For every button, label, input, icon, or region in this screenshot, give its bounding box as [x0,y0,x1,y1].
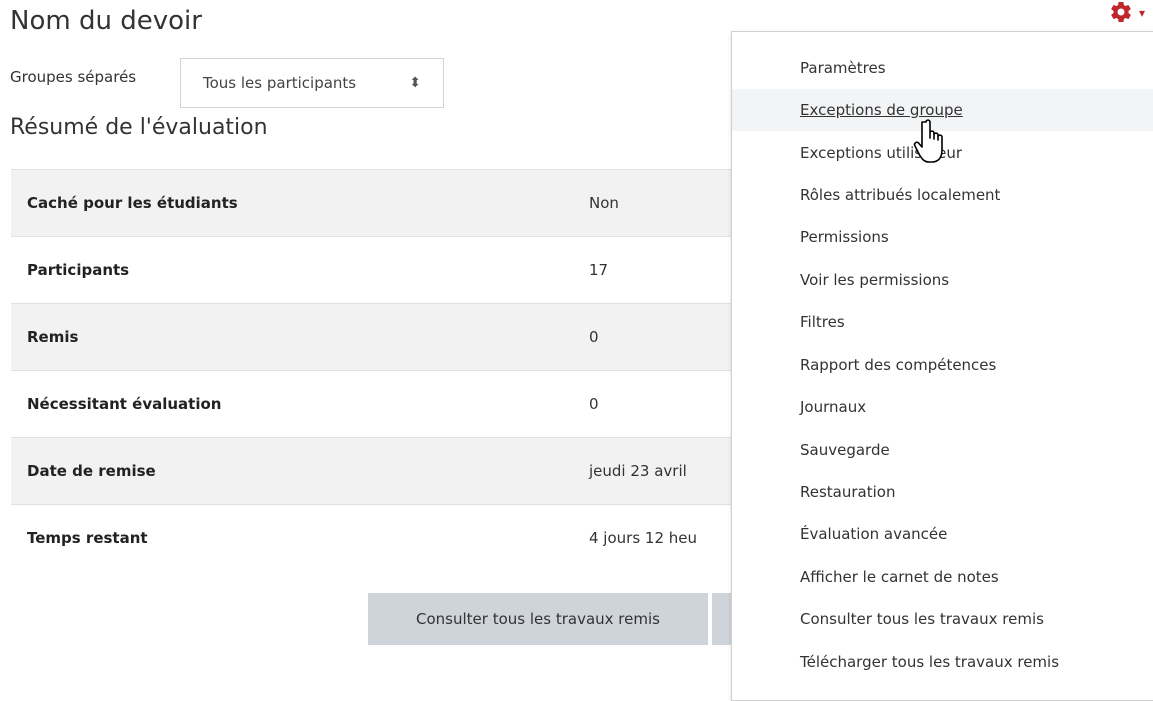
groups-label: Groupes séparés [10,68,137,86]
table-row: Remis 0 [11,303,771,370]
table-row: Caché pour les étudiants Non [11,169,771,236]
groups-select-value: Tous les participants [203,74,357,92]
section-title: Résumé de l'évaluation [10,115,268,140]
row-label: Temps restant [27,529,148,547]
menu-item-carnet-de-notes[interactable]: Afficher le carnet de notes [732,556,1153,598]
menu-item-filtres[interactable]: Filtres [732,301,1153,343]
groups-selector-row: Groupes séparés [10,68,148,86]
page-title: Nom du devoir [10,6,202,36]
chevron-down-icon[interactable]: ▾ [1139,6,1145,20]
table-row: Date de remise jeudi 23 avril [11,437,771,504]
summary-table: Caché pour les étudiants Non Participant… [11,169,771,571]
groups-select[interactable]: Tous les participants ⬍ [180,58,444,108]
row-label: Remis [27,328,79,346]
menu-item-voir-permissions[interactable]: Voir les permissions [732,259,1153,301]
row-value: 0 [589,328,599,346]
menu-item-evaluation-avancee[interactable]: Évaluation avancée [732,513,1153,555]
table-row: Participants 17 [11,236,771,303]
menu-item-roles-attribues[interactable]: Rôles attribués localement [732,174,1153,216]
menu-item-consulter-travaux[interactable]: Consulter tous les travaux remis [732,598,1153,640]
hand-pointer-icon [910,118,950,166]
menu-item-permissions[interactable]: Permissions [732,216,1153,258]
row-value: jeudi 23 avril [589,462,687,480]
row-value: 0 [589,395,599,413]
table-row: Nécessitant évaluation 0 [11,370,771,437]
menu-item-journaux[interactable]: Journaux [732,386,1153,428]
row-value: Non [589,194,619,212]
row-value: 4 jours 12 heu [589,529,698,547]
row-label: Nécessitant évaluation [27,395,222,413]
sort-arrows-icon: ⬍ [409,75,421,91]
menu-item-parametres[interactable]: Paramètres [732,47,1153,89]
menu-item-telecharger-travaux[interactable]: Télécharger tous les travaux remis [732,641,1153,683]
row-label: Participants [27,261,130,279]
view-all-submissions-button[interactable]: Consulter tous les travaux remis [368,593,708,645]
menu-item-rapport-competences[interactable]: Rapport des compétences [732,344,1153,386]
menu-item-sauvegarde[interactable]: Sauvegarde [732,429,1153,471]
menu-item-restauration[interactable]: Restauration [732,471,1153,513]
row-label: Caché pour les étudiants [27,194,238,212]
row-label: Date de remise [27,462,156,480]
gear-icon[interactable] [1108,0,1138,24]
row-value: 17 [589,261,609,279]
table-row: Temps restant 4 jours 12 heu [11,504,771,571]
